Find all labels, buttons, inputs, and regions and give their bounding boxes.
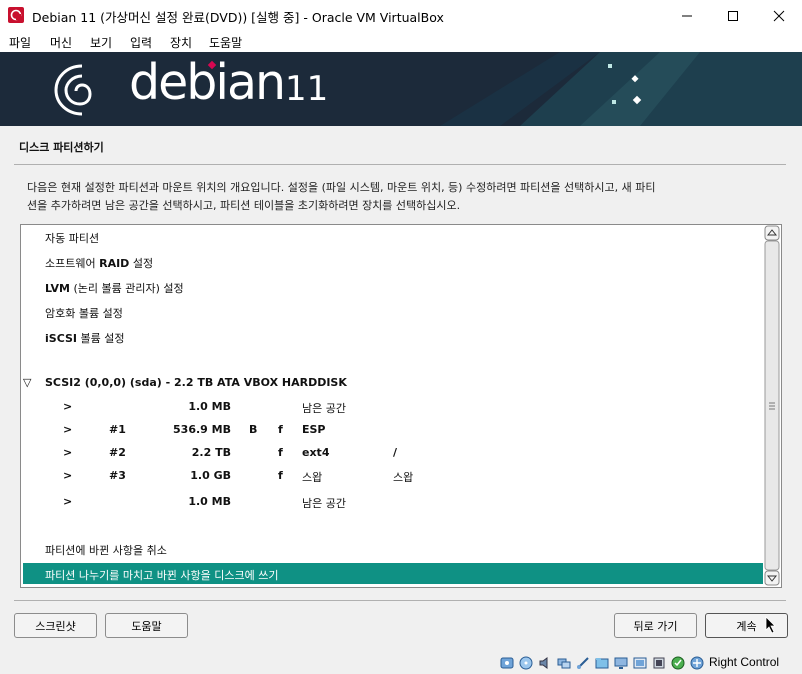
option-encrypted-volumes[interactable]: 암호화 볼륨 설정 (23, 301, 763, 322)
hard-disk-icon[interactable] (500, 656, 514, 670)
mouse-integration-icon[interactable] (690, 656, 704, 670)
option-auto-partition[interactable]: 자동 파티션 (23, 226, 763, 247)
banner-background (0, 52, 802, 126)
partition-flag-format: f (278, 423, 283, 436)
debian-banner (0, 52, 802, 126)
maximize-icon (728, 10, 738, 21)
virtualbox-debian-icon (8, 7, 24, 23)
partition-row[interactable]: > #2 2.2 TB f ext4 / (23, 442, 763, 463)
debian-version: 11 (285, 69, 329, 109)
audio-icon[interactable] (538, 656, 552, 670)
virtualization-icon[interactable] (671, 656, 685, 670)
option-lvm[interactable]: LVM (논리 볼륨 관리자) 설정 (23, 276, 763, 297)
partition-size: 1.0 GB (190, 469, 231, 482)
partition-flag-format: f (278, 469, 283, 482)
divider-top (14, 164, 786, 165)
shared-folders-icon[interactable] (595, 656, 609, 670)
minimize-icon (682, 15, 692, 16)
menu-view[interactable]: 보기 (90, 34, 112, 51)
partition-flag-format: f (278, 446, 283, 459)
title-bar: Debian 11 (가상머신 설정 완료(DVD)) [실행 중] - Ora… (0, 0, 802, 31)
screenshot-button[interactable]: 스크린샷 (14, 613, 97, 638)
step-title: 디스크 파티션하기 (19, 141, 104, 154)
option-iscsi[interactable]: iSCSI 볼륨 설정 (23, 326, 763, 347)
partition-arrow: > (63, 469, 73, 482)
partition-size: 1.0 MB (188, 495, 231, 508)
disk-sda[interactable]: ▽ SCSI2 (0,0,0) (sda) - 2.2 TB ATA VBOX … (23, 372, 763, 393)
menu-input[interactable]: 입력 (130, 34, 152, 51)
partition-mount: 스왑 (393, 471, 414, 484)
close-button[interactable] (756, 0, 802, 31)
minimize-button[interactable] (664, 0, 710, 31)
description: 다음은 현재 설정한 파티션과 마운트 위치의 개요입니다. 설정을 (파일 시… (27, 179, 775, 215)
usb-icon[interactable] (576, 656, 590, 670)
partition-size: 536.9 MB (173, 423, 231, 436)
mouse-cursor-icon (765, 616, 776, 634)
partition-mount: / (393, 446, 398, 459)
display-icon[interactable] (614, 656, 628, 670)
partition-fs: 남은 공간 (302, 497, 346, 510)
divider-bottom (14, 600, 786, 601)
debian-wordmark: debian (129, 54, 286, 111)
menu-bar: 파일 머신 보기 입력 장치 도움말 (0, 31, 802, 52)
option-undo-changes[interactable]: 파티션에 바뀐 사항을 취소 (23, 538, 763, 559)
close-icon (773, 10, 785, 21)
partition-row[interactable]: > 1.0 MB 남은 공간 (23, 396, 763, 417)
description-line-2: 션을 추가하려면 남은 공간을 선택하시고, 파티션 테이블을 초기화하려면 장… (27, 199, 461, 212)
partition-fs: 스왑 (302, 471, 323, 484)
partition-fs: ESP (302, 423, 326, 436)
partition-row[interactable]: > #1 536.9 MB B f ESP (23, 419, 763, 440)
host-key-label: Right Control (709, 655, 780, 669)
partition-arrow: > (63, 495, 73, 508)
partition-fs: 남은 공간 (302, 402, 346, 415)
partition-size: 1.0 MB (188, 400, 231, 413)
partition-row[interactable]: > #3 1.0 GB f 스왑 스왑 (23, 465, 763, 486)
partition-number: #2 (109, 446, 126, 459)
partition-size: 2.2 TB (191, 446, 231, 459)
debian-swirl-icon (54, 64, 92, 116)
description-line-1: 다음은 현재 설정한 파티션과 마운트 위치의 개요입니다. 설정을 (파일 시… (27, 181, 656, 194)
partition-number: #1 (109, 423, 126, 436)
partition-arrow: > (63, 446, 73, 459)
partition-arrow: > (63, 423, 73, 436)
window-title: Debian 11 (가상머신 설정 완료(DVD)) [실행 중] - Ora… (32, 10, 444, 25)
video-capture-icon[interactable] (633, 656, 647, 670)
optical-drive-icon[interactable] (519, 656, 533, 670)
partition-number: #3 (109, 469, 126, 482)
option-software-raid[interactable]: 소프트웨어 RAID 설정 (23, 251, 763, 272)
menu-help[interactable]: 도움말 (209, 34, 242, 51)
maximize-button[interactable] (710, 0, 756, 31)
help-button[interactable]: 도움말 (105, 613, 188, 638)
partition-row[interactable]: > 1.0 MB 남은 공간 (23, 491, 763, 512)
menu-file[interactable]: 파일 (9, 34, 31, 51)
back-button[interactable]: 뒤로 가기 (614, 613, 697, 638)
partition-list: 자동 파티션 소프트웨어 RAID 설정 LVM (논리 볼륨 관리자) 설정 … (20, 224, 782, 588)
recording-icon[interactable] (652, 656, 666, 670)
expand-triangle-icon: ▽ (23, 376, 32, 389)
menu-machine[interactable]: 머신 (50, 34, 72, 51)
list-scrollbar[interactable] (764, 225, 780, 586)
network-icon[interactable] (557, 656, 571, 670)
partition-arrow: > (63, 400, 73, 413)
menu-devices[interactable]: 장치 (170, 34, 192, 51)
partition-flag-bootable: B (249, 423, 258, 436)
option-finish-partitioning[interactable]: 파티션 나누기를 마치고 바뀐 사항을 디스크에 쓰기 (23, 563, 763, 584)
partition-fs: ext4 (302, 446, 330, 459)
